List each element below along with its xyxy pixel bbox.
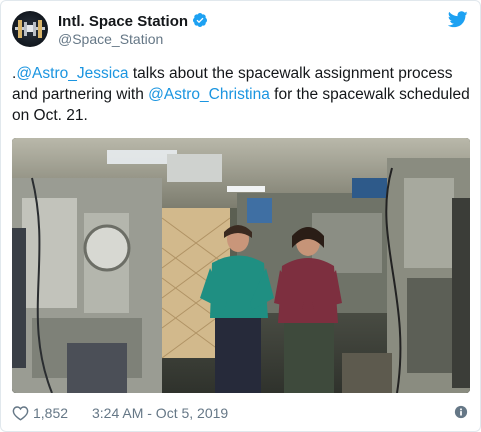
tweet-timestamp[interactable]: 3:24 AM - Oct 5, 2019 [92,405,228,421]
mention-astro-christina[interactable]: @Astro_Christina [148,86,270,103]
video-media[interactable] [12,138,470,393]
twitter-bird-icon[interactable] [448,11,468,28]
tweet-text: .@Astro_Jessica talks about the spacewal… [12,63,474,126]
verified-badge-icon [193,13,208,27]
info-icon[interactable] [454,405,468,419]
astronauts-video-frame [12,138,470,393]
iss-logo-icon [15,20,45,38]
like-count[interactable]: 1,852 [33,405,68,421]
author-name-text: Intl. Space Station [58,13,189,30]
avatar[interactable] [12,11,48,47]
tweet-card: Intl. Space Station @Space_Station .@Ast… [0,0,481,432]
author-name[interactable]: Intl. Space Station [58,12,208,30]
heart-icon[interactable] [12,405,29,421]
mention-astro-jessica[interactable]: @Astro_Jessica [16,65,128,82]
author-handle[interactable]: @Space_Station [58,31,163,47]
tweet-footer: 1,852 3:24 AM - Oct 5, 2019 [12,403,470,423]
